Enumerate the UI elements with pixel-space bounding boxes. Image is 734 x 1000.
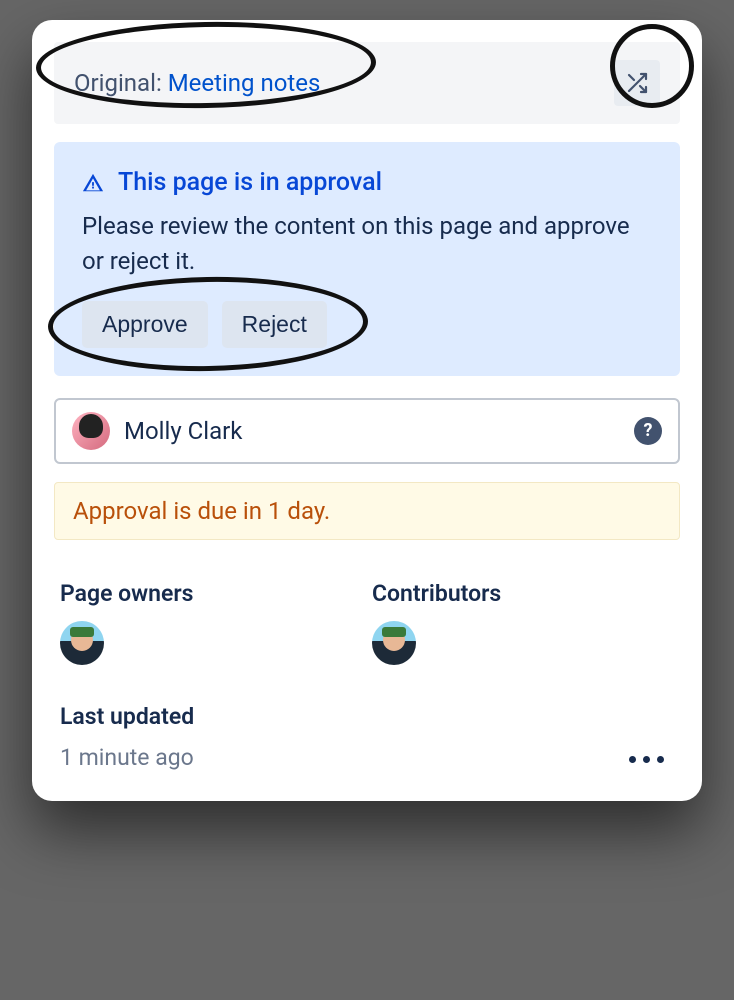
dot-icon	[643, 756, 650, 763]
dot-icon	[657, 756, 664, 763]
shuffle-icon	[625, 71, 649, 95]
contributors-section: Contributors	[372, 580, 674, 665]
annotation-circle	[35, 19, 376, 111]
approval-panel-header: This page is in approval	[82, 168, 652, 197]
assignee-row: Molly Clark ?	[54, 398, 680, 464]
meta-grid: Page owners Contributors	[54, 580, 680, 665]
warning-icon	[82, 172, 104, 194]
header-bar: Original: Meeting notes	[54, 42, 680, 124]
avatar[interactable]	[372, 621, 416, 665]
avatar	[72, 412, 110, 450]
contributors-label: Contributors	[372, 580, 674, 607]
approval-panel: This page is in approval Please review t…	[54, 142, 680, 376]
reject-button[interactable]: Reject	[222, 301, 327, 348]
approve-button[interactable]: Approve	[82, 301, 208, 348]
dot-icon	[629, 756, 636, 763]
original-prefix: Original:	[74, 69, 168, 97]
approval-description: Please review the content on this page a…	[82, 209, 652, 279]
original-page-link[interactable]: Meeting notes	[168, 69, 321, 97]
approval-card: Original: Meeting notes This page is in …	[32, 20, 702, 801]
last-updated-value: 1 minute ago	[54, 744, 680, 771]
help-icon[interactable]: ?	[634, 417, 662, 445]
more-actions-button[interactable]	[629, 756, 664, 763]
approval-title: This page is in approval	[118, 168, 382, 197]
approval-button-row: Approve Reject	[82, 301, 652, 348]
page-owners-section: Page owners	[60, 580, 362, 665]
assignee-name: Molly Clark	[124, 417, 620, 445]
original-page-reference: Original: Meeting notes	[74, 69, 320, 97]
due-banner: Approval is due in 1 day.	[54, 482, 680, 540]
avatar[interactable]	[60, 621, 104, 665]
page-owners-label: Page owners	[60, 580, 362, 607]
shuffle-button[interactable]	[614, 60, 660, 106]
last-updated-label: Last updated	[54, 703, 680, 730]
